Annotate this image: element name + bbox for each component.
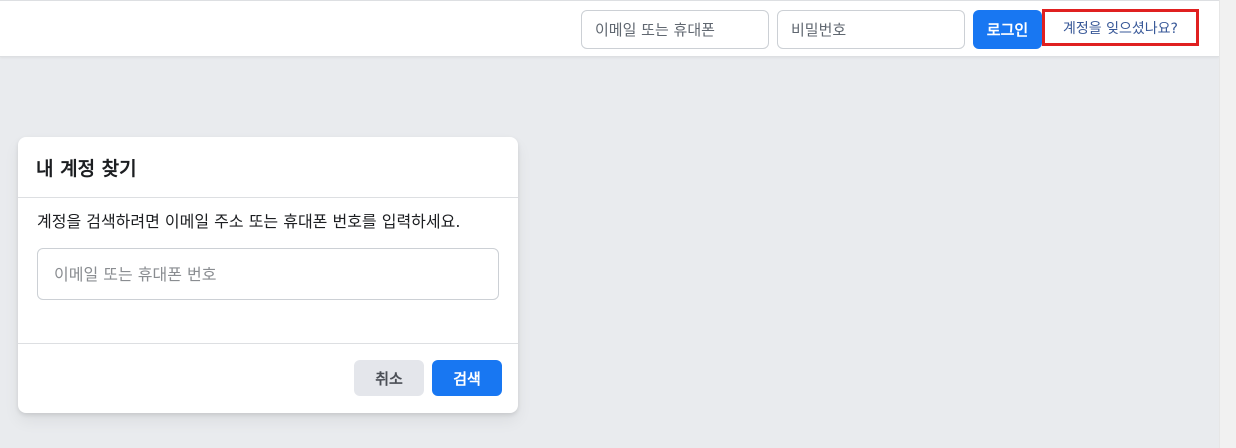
page-background: 로그인 계정을 잊으셨나요? 내 계정 찾기 계정을 검색하려면 이메일 주소 … bbox=[0, 0, 1219, 448]
top-navigation-bar: 로그인 계정을 잊으셨나요? bbox=[0, 0, 1219, 57]
forgot-account-link[interactable]: 계정을 잊으셨나요? bbox=[1042, 9, 1199, 46]
find-account-card: 내 계정 찾기 계정을 검색하려면 이메일 주소 또는 휴대폰 번호를 입력하세… bbox=[18, 137, 518, 413]
instruction-text: 계정을 검색하려면 이메일 주소 또는 휴대폰 번호를 입력하세요. bbox=[37, 212, 461, 231]
card-title: 내 계정 찾기 bbox=[36, 157, 137, 180]
card-body: 계정을 검색하려면 이메일 주소 또는 휴대폰 번호를 입력하세요. bbox=[18, 198, 518, 344]
vertical-scrollbar[interactable] bbox=[1219, 0, 1236, 448]
account-search-input[interactable] bbox=[37, 248, 499, 300]
card-footer: 취소 검색 bbox=[18, 344, 518, 412]
search-button[interactable]: 검색 bbox=[432, 360, 502, 396]
login-button[interactable]: 로그인 bbox=[973, 10, 1042, 49]
login-email-input[interactable] bbox=[581, 10, 769, 49]
cancel-button[interactable]: 취소 bbox=[354, 360, 424, 396]
login-password-input[interactable] bbox=[777, 10, 965, 49]
card-header: 내 계정 찾기 bbox=[18, 137, 518, 198]
